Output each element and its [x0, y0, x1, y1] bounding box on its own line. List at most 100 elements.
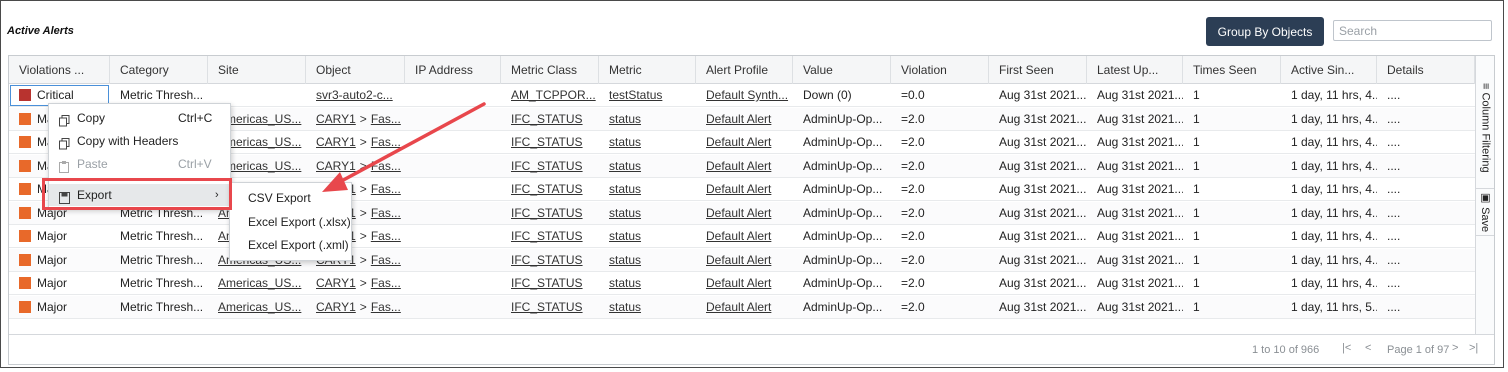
cell-object[interactable]: svr3-auto2-c... [306, 84, 405, 107]
cell-text[interactable]: status [609, 182, 641, 196]
cell-text[interactable]: Americas_US... [218, 276, 301, 290]
cell-metric[interactable]: status [599, 131, 696, 154]
cell-text[interactable]: IFC_STATUS [511, 206, 583, 220]
table-row[interactable]: Major Metric Thresh... Americas_US... CARY1… [9, 272, 1475, 295]
cell-text[interactable]: Americas_US... [218, 300, 301, 314]
cell-object[interactable]: CARY1> Fas... [306, 131, 405, 154]
cell-site[interactable]: Americas_US... [208, 296, 306, 319]
object-interface-link[interactable]: Fas... [371, 182, 401, 196]
cell-text[interactable]: IFC_STATUS [511, 135, 583, 149]
object-link[interactable]: CARY1 [316, 135, 356, 149]
search-input[interactable] [1333, 20, 1492, 41]
menu-item-copy[interactable]: Copy Ctrl+C [49, 107, 230, 129]
column-header-alert-profile[interactable]: Alert Profile [696, 56, 793, 84]
cell-text[interactable]: IFC_STATUS [511, 182, 583, 196]
cell-text[interactable]: Default Alert [706, 300, 771, 314]
cell-object[interactable]: CARY1> Fas... [306, 272, 405, 295]
cell-alert-profile[interactable]: Default Alert [696, 178, 793, 201]
cell-metric-class[interactable]: IFC_STATUS [501, 178, 599, 201]
cell-text[interactable]: Default Alert [706, 276, 771, 290]
object-interface-link[interactable]: Fas... [371, 159, 401, 173]
menu-item-copy-with-headers[interactable]: Copy with Headers [49, 130, 230, 152]
cell-metric[interactable]: status [599, 108, 696, 131]
excel-xml-export-item[interactable]: Excel Export (.xml) [230, 234, 351, 257]
cell-text[interactable]: AM_TCPPOR... [511, 88, 596, 102]
cell-alert-profile[interactable]: Default Alert [696, 108, 793, 131]
column-header-value[interactable]: Value [793, 56, 891, 84]
cell-text[interactable]: Default Synth... [706, 88, 788, 102]
cell-text[interactable]: Default Alert [706, 112, 771, 126]
table-row[interactable]: Major Metric Thresh... Americas_US... CARY1… [9, 295, 1475, 319]
cell-alert-profile[interactable]: Default Alert [696, 272, 793, 295]
cell-alert-profile[interactable]: Default Alert [696, 155, 793, 178]
column-header-object[interactable]: Object [306, 56, 405, 84]
cell-text[interactable]: Default Alert [706, 206, 771, 220]
cell-metric[interactable]: testStatus [599, 84, 696, 107]
object-interface-link[interactable]: Fas... [371, 300, 401, 314]
column-header-violation[interactable]: Violation [891, 56, 989, 84]
column-header-latest-update[interactable]: Latest Up... [1087, 56, 1183, 84]
cell-text[interactable]: Default Alert [706, 135, 771, 149]
cell-metric[interactable]: status [599, 178, 696, 201]
cell-text[interactable]: testStatus [609, 88, 662, 102]
object-interface-link[interactable]: Fas... [371, 253, 401, 267]
prev-page-button[interactable]: < [1365, 342, 1371, 354]
cell-text[interactable]: IFC_STATUS [511, 159, 583, 173]
cell-text[interactable]: status [609, 300, 641, 314]
csv-export-item[interactable]: CSV Export [230, 187, 351, 210]
cell-metric-class[interactable]: IFC_STATUS [501, 249, 599, 272]
column-header-times-seen[interactable]: Times Seen [1183, 56, 1281, 84]
cell-metric-class[interactable]: IFC_STATUS [501, 296, 599, 319]
column-header-active-since[interactable]: Active Sin... [1281, 56, 1377, 84]
cell-text[interactable]: Default Alert [706, 159, 771, 173]
cell-metric[interactable]: status [599, 249, 696, 272]
cell-metric-class[interactable]: IFC_STATUS [501, 155, 599, 178]
next-page-button[interactable]: > [1452, 342, 1458, 354]
cell-alert-profile[interactable]: Default Alert [696, 225, 793, 248]
column-header-metric[interactable]: Metric [599, 56, 696, 84]
object-link[interactable]: CARY1 [316, 112, 356, 126]
cell-text[interactable]: status [609, 135, 641, 149]
cell-text[interactable]: status [609, 276, 641, 290]
cell-metric[interactable]: status [599, 225, 696, 248]
cell-text[interactable]: status [609, 112, 641, 126]
last-page-button[interactable]: >| [1469, 342, 1478, 354]
save-tab[interactable]: ▣ Save [1476, 188, 1494, 236]
first-page-button[interactable]: |< [1342, 342, 1351, 354]
cell-site[interactable]: Americas_US... [208, 272, 306, 295]
cell-alert-profile[interactable]: Default Alert [696, 202, 793, 225]
object-interface-link[interactable]: Fas... [371, 276, 401, 290]
cell-text[interactable]: Default Alert [706, 229, 771, 243]
cell-alert-profile[interactable]: Default Alert [696, 131, 793, 154]
object-link[interactable]: CARY1 [316, 159, 356, 173]
object-interface-link[interactable]: Fas... [371, 229, 401, 243]
object-link[interactable]: svr3-auto2-c... [316, 88, 393, 102]
column-header-violations[interactable]: Violations ... [9, 56, 110, 84]
menu-item-paste[interactable]: Paste Ctrl+V [49, 153, 230, 175]
column-header-site[interactable]: Site [208, 56, 306, 84]
cell-text[interactable]: IFC_STATUS [511, 300, 583, 314]
cell-alert-profile[interactable]: Default Synth... [696, 84, 793, 107]
cell-object[interactable]: CARY1> Fas... [306, 155, 405, 178]
column-filtering-tab[interactable]: ≡ Column Filtering [1476, 74, 1494, 182]
cell-text[interactable]: Default Alert [706, 253, 771, 267]
cell-metric-class[interactable]: AM_TCPPOR... [501, 84, 599, 107]
cell-metric-class[interactable]: IFC_STATUS [501, 225, 599, 248]
cell-metric[interactable]: status [599, 155, 696, 178]
cell-object[interactable]: CARY1> Fas... [306, 108, 405, 131]
cell-text[interactable]: status [609, 253, 641, 267]
column-header-category[interactable]: Category [110, 56, 208, 84]
cell-text[interactable]: IFC_STATUS [511, 276, 583, 290]
object-interface-link[interactable]: Fas... [371, 206, 401, 220]
object-interface-link[interactable]: Fas... [371, 112, 401, 126]
column-header-metric-class[interactable]: Metric Class [501, 56, 599, 84]
object-link[interactable]: CARY1 [316, 300, 356, 314]
column-header-ip-address[interactable]: IP Address [405, 56, 501, 84]
cell-metric-class[interactable]: IFC_STATUS [501, 272, 599, 295]
cell-text[interactable]: status [609, 159, 641, 173]
cell-text[interactable]: status [609, 206, 641, 220]
cell-text[interactable]: IFC_STATUS [511, 253, 583, 267]
cell-text[interactable]: status [609, 229, 641, 243]
cell-alert-profile[interactable]: Default Alert [696, 249, 793, 272]
cell-metric-class[interactable]: IFC_STATUS [501, 108, 599, 131]
